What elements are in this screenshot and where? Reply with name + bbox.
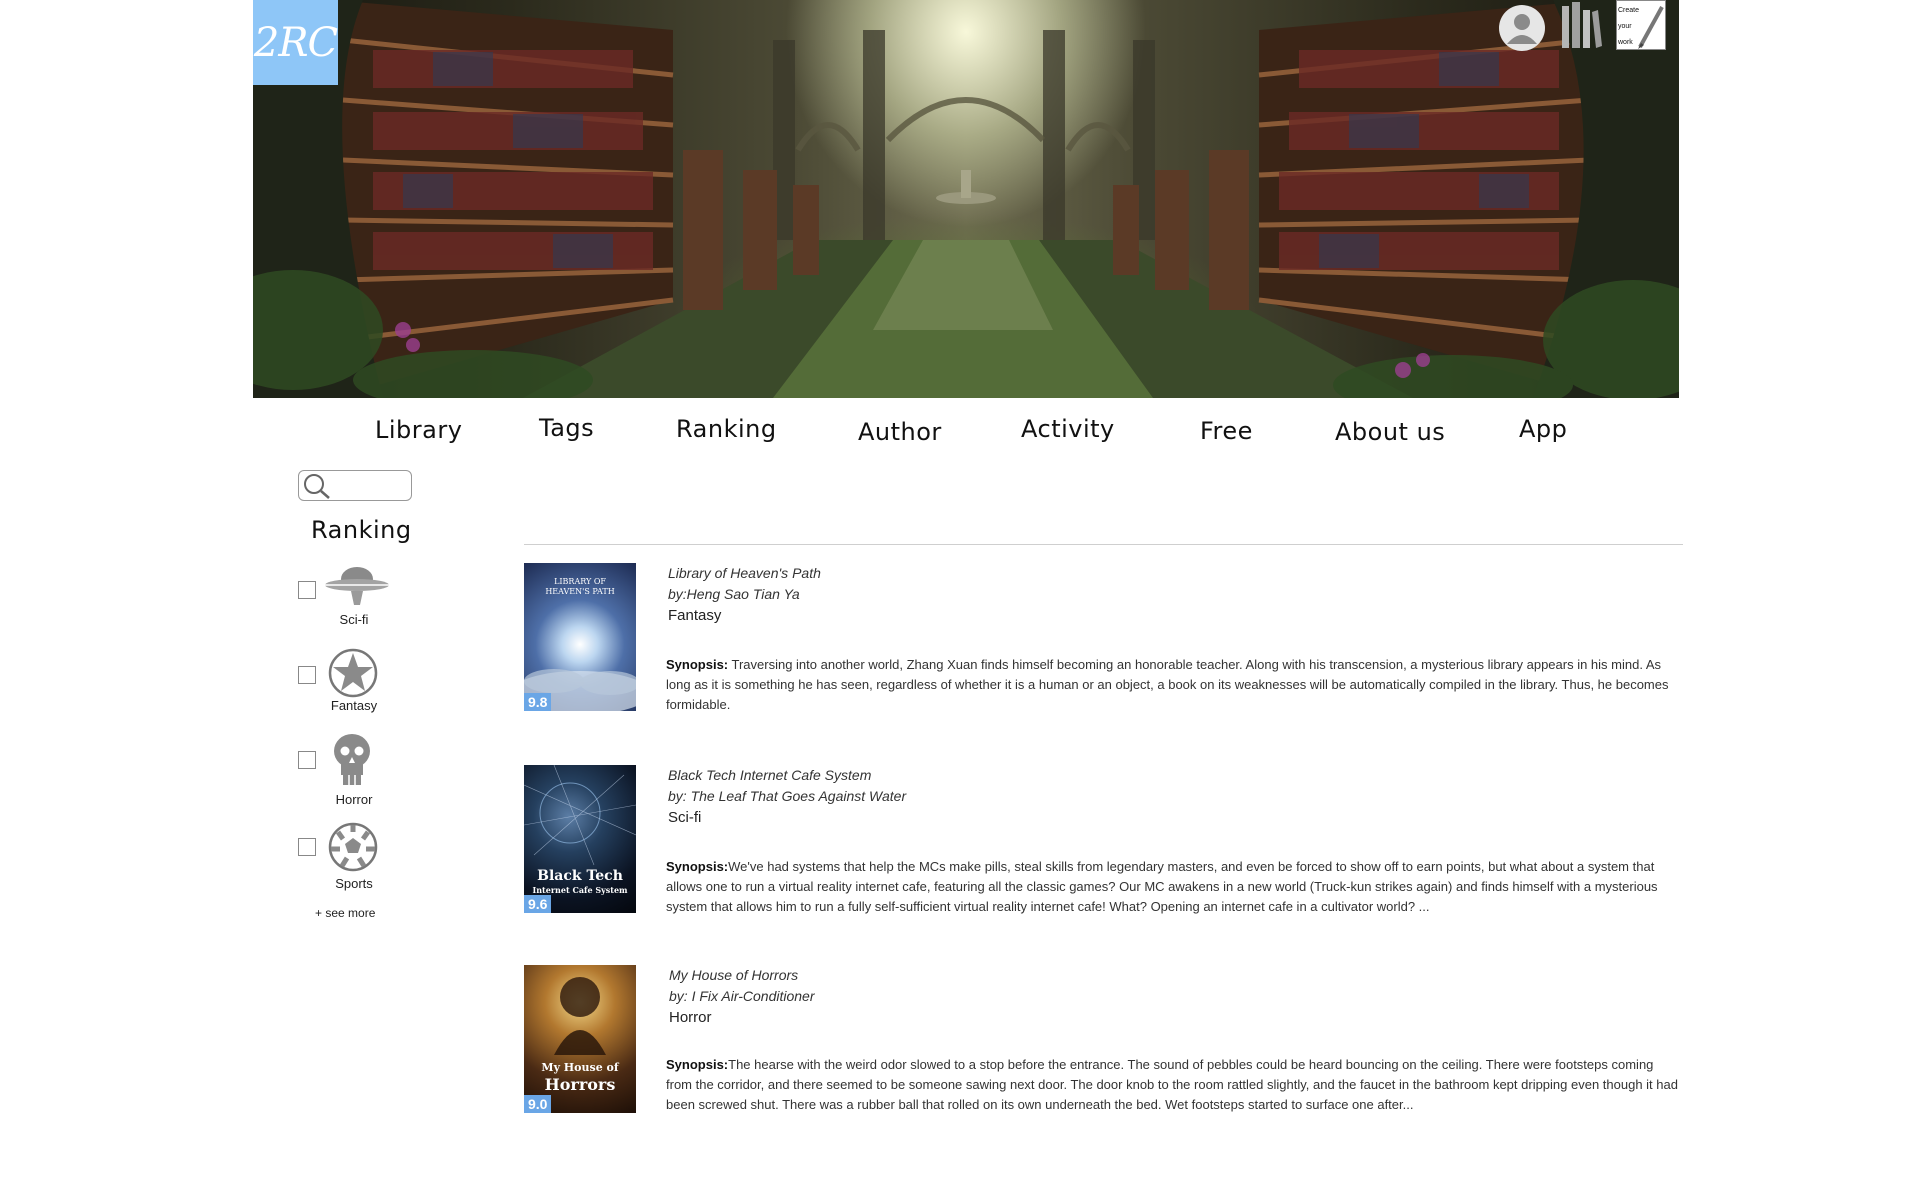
see-more-link[interactable]: + see more [315,906,375,920]
book-title[interactable]: My House of Horrors [669,965,1679,986]
sci-fi-checkbox[interactable] [298,581,316,599]
ufo-icon [324,565,389,615]
synopsis-text: The hearse with the weird odor slowed to… [666,1057,1678,1112]
rating-badge: 9.0 [524,1095,552,1113]
cover-title-line: Internet Cafe System [532,885,628,895]
book-entry: Black Tech Internet Cafe System 9.6 Blac… [524,765,1683,917]
book-genre: Horror [669,1009,712,1026]
nav-tags[interactable]: Tags [539,414,594,442]
star-icon [328,648,384,698]
nav-app[interactable]: App [1519,415,1567,443]
synopsis-label: Synopsis: [666,657,729,672]
bookshelf-icon[interactable] [1560,0,1602,50]
book-title[interactable]: Black Tech Internet Cafe System [668,765,1678,786]
create-work-label: Create your work [1618,7,1640,46]
book-cover[interactable]: Black Tech Internet Cafe System 9.6 [524,765,636,913]
nav-author[interactable]: Author [858,418,942,446]
hero-banner [253,0,1679,398]
book-entry: My House of Horrors 9.0 My House of Horr… [524,965,1683,1117]
genre-filter-sci-fi: Sci-fi [298,565,418,637]
cover-title-line: Horrors [544,1075,616,1094]
nav-about-us[interactable]: About us [1335,418,1445,446]
rating-badge: 9.6 [524,895,552,913]
site-logo[interactable]: 2RC [253,0,338,85]
book-title[interactable]: Library of Heaven's Path [668,563,1678,584]
synopsis-text: We've had systems that help the MCs make… [666,859,1658,914]
book-meta: Library of Heaven's Path by:Heng Sao Tia… [668,563,1678,626]
soccer-ball-icon [328,822,384,872]
rating-badge: 9.8 [524,693,552,711]
book-author[interactable]: by: The Leaf That Goes Against Water [668,786,1678,807]
book-author[interactable]: by:Heng Sao Tian Ya [668,584,1678,605]
nav-free[interactable]: Free [1200,417,1253,445]
book-entry: LIBRARY OF HEAVEN'S PATH 9.8 Library of … [524,563,1683,715]
synopsis-label: Synopsis: [666,1057,729,1072]
skull-icon [332,733,388,785]
fantasy-checkbox[interactable] [298,666,316,684]
genre-label: Horror [335,792,373,807]
sports-checkbox[interactable] [298,838,316,856]
user-icon[interactable] [1498,4,1546,52]
book-synopsis: Synopsis:We've had systems that help the… [666,857,1681,917]
book-genre: Sci-fi [668,809,702,826]
book-meta: My House of Horrors by: I Fix Air-Condit… [669,965,1679,1028]
book-synopsis: Synopsis: Traversing into another world,… [666,655,1681,715]
book-synopsis: Synopsis:The hearse with the weird odor … [666,1055,1681,1115]
genre-label: Sci-fi [339,612,369,627]
book-cover[interactable]: LIBRARY OF HEAVEN'S PATH 9.8 [524,563,636,711]
genre-filter-fantasy: Fantasy [298,648,418,720]
search-icon[interactable] [303,473,331,499]
book-author[interactable]: by: I Fix Air-Conditioner [669,986,1679,1007]
synopsis-label: Synopsis: [666,859,729,874]
genre-label: Sports [335,876,373,891]
library-illustration [253,0,1679,398]
cover-art [524,669,636,711]
nav-activity[interactable]: Activity [1021,415,1115,443]
search-box[interactable] [298,470,412,501]
cover-title-line: My House of [541,1061,619,1074]
sidebar-title: Ranking [311,516,412,544]
book-genre: Fantasy [668,607,722,624]
book-cover[interactable]: My House of Horrors 9.0 [524,965,636,1113]
genre-label: Fantasy [330,698,378,713]
nav-library[interactable]: Library [375,416,462,444]
create-work-button[interactable]: Create your work [1616,0,1666,50]
genre-filter-sports: Sports [298,822,418,894]
nav-ranking[interactable]: Ranking [676,415,777,443]
book-meta: Black Tech Internet Cafe System by: The … [668,765,1678,828]
cover-title-line: Black Tech [537,868,623,884]
genre-filter-horror: Horror [298,733,418,807]
pencil-icon [1638,6,1664,49]
content-divider [524,544,1683,545]
main-nav: Library Tags Ranking Author Activity Fre… [0,410,1920,460]
search-input[interactable] [335,477,411,494]
synopsis-text: Traversing into another world, Zhang Xua… [666,657,1669,712]
horror-checkbox[interactable] [298,751,316,769]
